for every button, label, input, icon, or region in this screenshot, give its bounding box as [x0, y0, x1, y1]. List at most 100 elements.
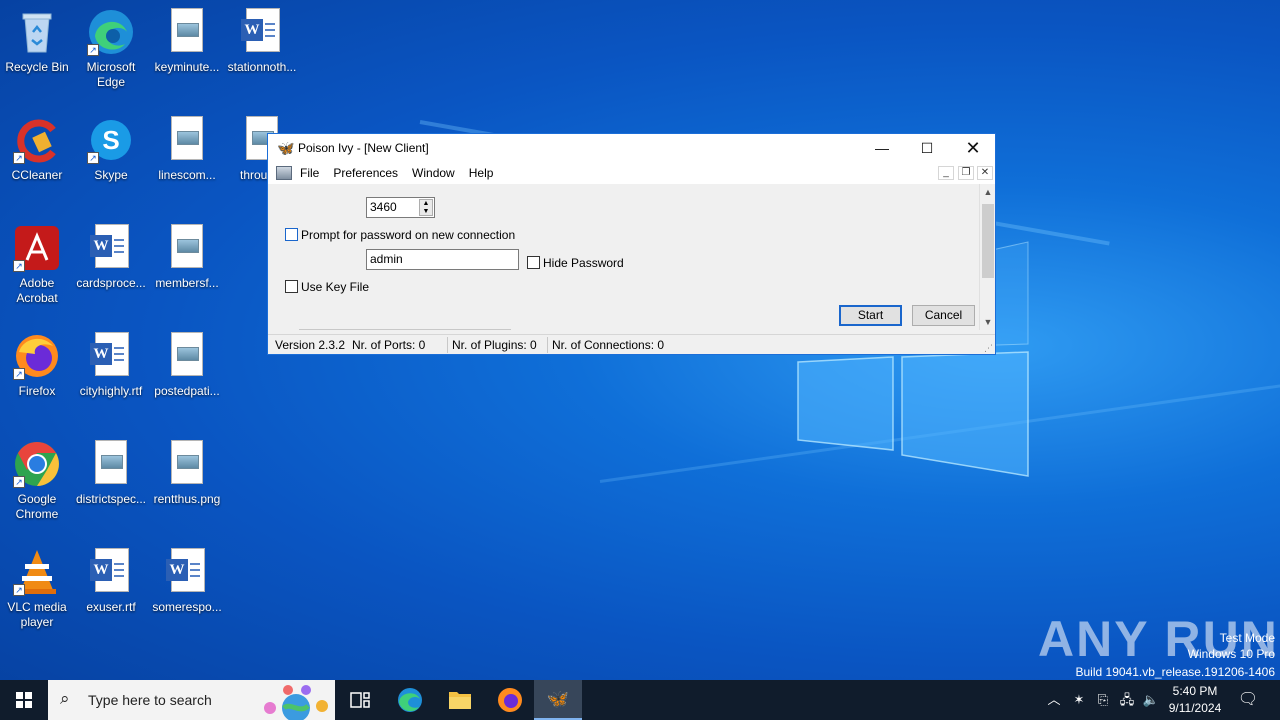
taskbar-firefox[interactable] [486, 680, 534, 720]
tray-butterfly-icon[interactable]: ✶ [1068, 680, 1090, 720]
scroll-thumb[interactable] [982, 204, 994, 278]
spinner-arrows[interactable]: ▲ ▼ [419, 199, 433, 216]
task-view-button[interactable] [336, 680, 384, 720]
word-file-icon: W [87, 548, 135, 596]
ccleaner-icon: ↗ [13, 116, 61, 164]
taskbar-clock[interactable]: 5:40 PM 9/11/2024 [1160, 683, 1230, 717]
group-divider [299, 329, 511, 330]
mdi-child-icon[interactable] [276, 166, 292, 180]
scroll-down-arrow-icon[interactable]: ▼ [980, 314, 996, 330]
desktop-icon-file[interactable]: W stationnoth... [225, 8, 299, 75]
desktop-icon-chrome[interactable]: ↗ Google Chrome [0, 440, 74, 522]
desktop-icon-label: VLC media player [7, 600, 67, 629]
menu-window[interactable]: Window [406, 166, 461, 180]
taskbar: ⌕ Type here to search 🦋 ︿ ✶ ⎘ 🖧 🔈 5:40 P… [0, 680, 1280, 720]
desktop-icon-label: membersf... [155, 276, 219, 290]
desktop-icon-file[interactable]: linescom... [150, 116, 224, 183]
use-key-file-label: Use Key File [301, 280, 370, 294]
window-title: Poison Ivy - [New Client] [298, 141, 429, 155]
search-highlight-icon [264, 685, 328, 720]
port-value: 3460 [370, 200, 397, 214]
clock-time: 5:40 PM [1172, 684, 1218, 698]
port-spinner[interactable]: 3460 ▲ ▼ [366, 197, 435, 218]
start-button[interactable]: Start [839, 305, 902, 326]
desktop-icon-label: Skype [94, 168, 128, 182]
mdi-restore-button[interactable]: ❐ [958, 166, 974, 180]
image-file-icon [87, 440, 135, 488]
status-bar: Version 2.3.2 Nr. of Ports: 0 Nr. of Plu… [268, 334, 995, 354]
cancel-button[interactable]: Cancel [912, 305, 975, 326]
desktop-icon-edge[interactable]: ↗ Microsoft Edge [74, 8, 148, 90]
word-file-icon: W [163, 548, 211, 596]
taskbar-search-box[interactable]: ⌕ Type here to search [48, 680, 335, 720]
password-input[interactable]: admin [366, 249, 519, 270]
menu-file[interactable]: File [294, 166, 325, 180]
search-icon: ⌕ [60, 689, 70, 708]
mdi-minimize-button[interactable]: _ [938, 166, 954, 180]
desktop-icon-file[interactable]: W cardsproce... [74, 224, 148, 291]
maximize-button[interactable]: ☐ [904, 134, 950, 162]
desktop-icon-recycle-bin[interactable]: Recycle Bin [0, 8, 74, 75]
window-titlebar[interactable]: 🦋 Poison Ivy - [New Client] — ☐ ✕ [268, 134, 995, 162]
network-icon[interactable]: 🖧 [1116, 680, 1138, 720]
menu-help[interactable]: Help [463, 166, 500, 180]
use-key-file-checkbox[interactable] [285, 280, 298, 293]
scroll-up-arrow-icon[interactable]: ▲ [980, 184, 996, 200]
taskbar-file-explorer[interactable] [436, 680, 484, 720]
prompt-password-checkbox[interactable] [285, 228, 298, 241]
mdi-close-button[interactable]: ✕ [977, 166, 993, 180]
taskbar-edge[interactable] [386, 680, 434, 720]
desktop-icon-file[interactable]: W somerespo... [150, 548, 224, 615]
status-plugins: Nr. of Plugins: 0 [452, 338, 537, 352]
desktop-icon-file[interactable]: districtspec... [74, 440, 148, 507]
task-view-icon [350, 692, 370, 708]
desktop-icon-skype[interactable]: S ↗ Skype [74, 116, 148, 183]
desktop-icon-vlc[interactable]: ↗ VLC media player [0, 548, 74, 630]
desktop-icon-file[interactable]: rentthus.png [150, 440, 224, 507]
desktop-icon-label: linescom... [158, 168, 216, 182]
menubar: File Preferences Window Help _ ❐ ✕ [268, 162, 995, 184]
word-file-icon: W [87, 332, 135, 380]
client-settings-panel: 3460 ▲ ▼ Prompt for password on new conne… [268, 184, 979, 330]
test-mode-label: Test Mode [1219, 631, 1275, 645]
desktop-icon-file[interactable]: postedpati... [150, 332, 224, 399]
word-file-icon: W [87, 224, 135, 272]
start-button[interactable] [0, 680, 48, 720]
clock-date: 9/11/2024 [1168, 701, 1222, 715]
desktop-icon-firefox[interactable]: ↗ Firefox [0, 332, 74, 399]
firefox-icon: ↗ [13, 332, 61, 380]
image-file-icon [163, 332, 211, 380]
skype-icon: S ↗ [87, 116, 135, 164]
search-placeholder: Type here to search [88, 692, 212, 708]
desktop-icon-label: cardsproce... [76, 276, 146, 290]
desktop-icon-label: CCleaner [11, 168, 63, 182]
desktop-icon-label: postedpati... [154, 384, 220, 398]
minimize-button[interactable]: — [859, 134, 905, 162]
chrome-icon: ↗ [13, 440, 61, 488]
desktop-icon-file[interactable]: W exuser.rtf [74, 548, 148, 615]
close-button[interactable]: ✕ [950, 134, 996, 162]
tray-device-icon[interactable]: ⎘ [1092, 680, 1114, 720]
image-file-icon [163, 116, 211, 164]
hide-password-checkbox[interactable] [527, 256, 540, 269]
poison-ivy-window: 🦋 Poison Ivy - [New Client] — ☐ ✕ File P… [267, 133, 996, 355]
show-hidden-icons-chevron-icon[interactable]: ︿ [1044, 680, 1064, 720]
vertical-scrollbar[interactable]: ▲ ▼ [979, 184, 995, 330]
desktop-icon-label: somerespo... [152, 600, 222, 614]
butterfly-app-icon: 🦋 [277, 140, 295, 156]
desktop-icon-file[interactable]: W cityhighly.rtf [74, 332, 148, 399]
notifications-icon[interactable]: 🗨 [1234, 680, 1262, 720]
desktop-icon-file[interactable]: keyminute... [150, 8, 224, 75]
desktop-icon-label: rentthus.png [153, 492, 221, 506]
desktop-icon-file[interactable]: membersf... [150, 224, 224, 291]
taskbar-poison-ivy[interactable]: 🦋 [534, 680, 582, 720]
image-file-icon [163, 224, 211, 272]
status-separator [447, 337, 448, 353]
desktop-icon-label: exuser.rtf [86, 600, 136, 614]
desktop-icon-ccleaner[interactable]: ↗ CCleaner [0, 116, 74, 183]
resize-grip-icon[interactable]: ⋰ [984, 343, 993, 354]
desktop-icon-acrobat[interactable]: ↗ Adobe Acrobat [0, 224, 74, 306]
volume-icon[interactable]: 🔈 [1140, 680, 1162, 720]
desktop-icon-label: Microsoft Edge [86, 60, 136, 89]
menu-preferences[interactable]: Preferences [327, 166, 404, 180]
